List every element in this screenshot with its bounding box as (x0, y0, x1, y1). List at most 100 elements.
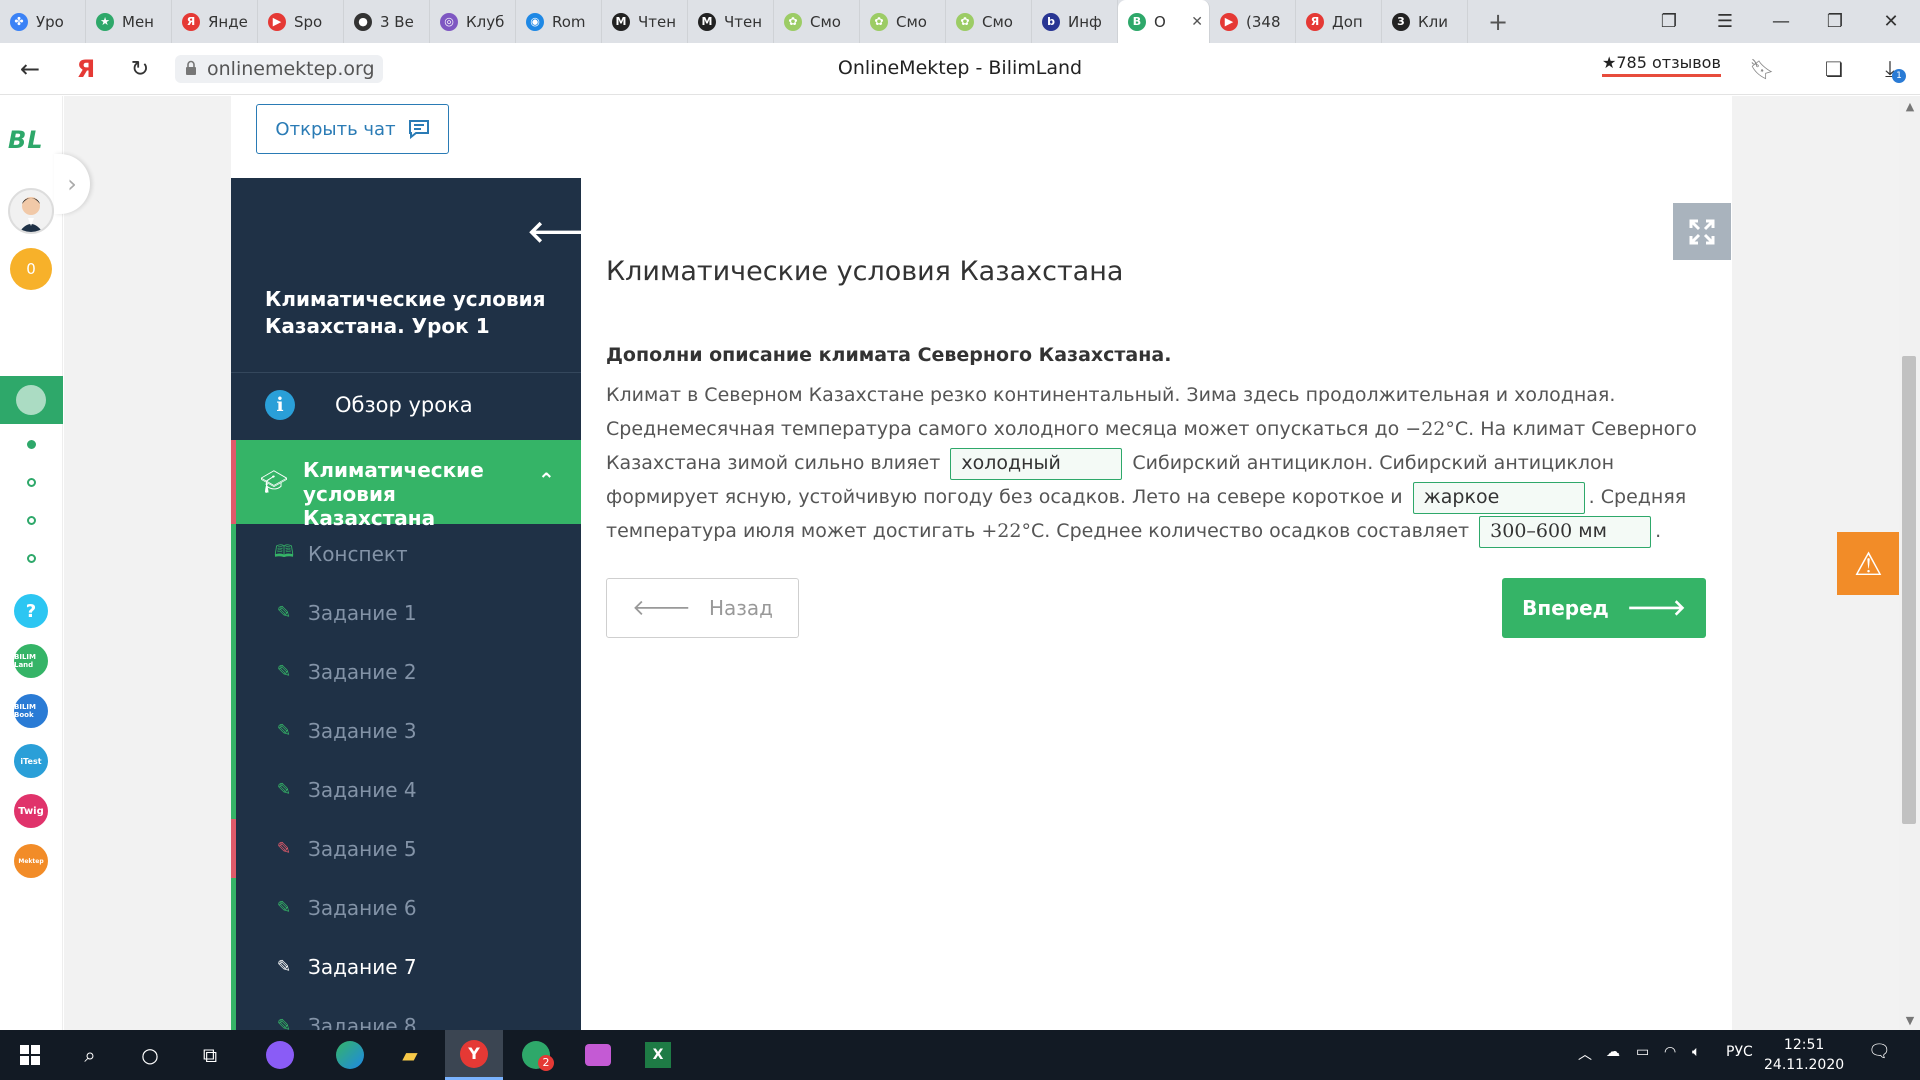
book-icon: 🕮︎ (274, 542, 295, 562)
lesson-overview-item[interactable]: i Обзор урока (231, 374, 581, 436)
task-view-icon[interactable]: ⧉ (192, 1037, 228, 1073)
tab-favicon-icon: ✤ (10, 12, 28, 31)
reviews-link[interactable]: ★785 отзывов (1602, 53, 1721, 77)
expand-arrows-icon (1689, 219, 1715, 244)
lesson-item[interactable]: ✎ Задание 7 (231, 937, 581, 996)
collapse-sidebar-arrow-icon[interactable]: 🡐︎ (527, 214, 581, 250)
cortana-icon[interactable]: ○ (132, 1037, 168, 1073)
browser-tab[interactable]: M Чтен (602, 0, 688, 43)
step-dot[interactable] (27, 440, 36, 449)
bl-logo[interactable]: BL (8, 126, 44, 154)
browser-tab[interactable]: ✿ Смо (946, 0, 1032, 43)
file-explorer-icon[interactable]: ▰ (392, 1037, 428, 1073)
browser-tab[interactable]: ▶ Spo (258, 0, 344, 43)
next-button[interactable]: Вперед 🡒︎ (1502, 578, 1706, 638)
step-dot[interactable] (27, 554, 36, 563)
battery-icon[interactable]: ▭ (1636, 1044, 1649, 1060)
browser-tab[interactable]: B О ✕ (1118, 0, 1210, 43)
clock-date: 24.11.2020 (1764, 1057, 1845, 1073)
lesson-item[interactable]: ✎ Задание 4 (231, 760, 581, 819)
browser-tab[interactable]: ▶ (348 (1210, 0, 1296, 43)
lesson-item[interactable]: ✎ Задание 1 (231, 583, 581, 642)
restore-icon[interactable]: ❐ (1810, 0, 1860, 43)
browser-tab[interactable]: ◎ Клуб (430, 0, 516, 43)
tray-chevron-up-icon[interactable]: ︿ (1578, 1044, 1592, 1064)
answer-blank-3[interactable]: 300–600 мм (1479, 515, 1652, 548)
browser-tab[interactable]: 3 Кли (1382, 0, 1468, 43)
windows-start-icon[interactable] (12, 1037, 48, 1073)
wifi-icon[interactable]: ◠ (1664, 1044, 1676, 1060)
browser-tab[interactable]: ✤ Уро (0, 0, 86, 43)
lesson-item[interactable]: 🕮︎ Конспект (231, 524, 581, 583)
close-window-icon[interactable]: ✕ (1866, 0, 1916, 43)
tab-search-icon[interactable]: ❐ (1644, 0, 1694, 43)
notifications-icon[interactable]: 🗨︎ (1868, 1041, 1891, 1062)
address-bar: ← Я ↻ onlinemektep.org OnlineMektep - Bi… (0, 43, 1920, 95)
edit-icon: ✎ (276, 602, 292, 623)
excel-icon[interactable]: X (640, 1037, 676, 1073)
lesson-item[interactable]: ✎ Задание 6 (231, 878, 581, 937)
tab-favicon-icon: ◉ (526, 12, 544, 31)
tab-favicon-icon: ◎ (440, 12, 458, 31)
help-icon[interactable]: ? (14, 594, 48, 628)
task-question: Дополни описание климата Северного Казах… (606, 344, 1172, 366)
browser-menu-icon[interactable]: ☰ (1700, 0, 1750, 43)
score-badge[interactable]: 0 (10, 248, 52, 290)
search-icon[interactable]: ⌕ (72, 1037, 108, 1073)
lesson-item-label: Задание 5 (308, 836, 417, 861)
step-dot[interactable] (27, 478, 36, 487)
lesson-item[interactable]: ✎ Задание 5 (231, 819, 581, 878)
arrow-right-icon: 🡒︎ (1626, 596, 1686, 621)
course-sidebar: 🡐︎ Климатические условия Казахстана. Уро… (231, 178, 581, 1030)
browser-tab[interactable]: ✿ Смо (860, 0, 946, 43)
lesson-item[interactable]: ✎ Задание 8 (231, 996, 581, 1030)
chevron-up-icon[interactable]: ⌃ (538, 468, 555, 492)
browser-tab[interactable]: Я Янде (172, 0, 258, 43)
clock-time: 12:51 (1783, 1037, 1825, 1053)
answer-blank-2[interactable]: жаркое (1412, 481, 1585, 514)
fullscreen-icon[interactable] (1673, 203, 1731, 260)
report-warning-icon[interactable]: ⚠︎ (1837, 532, 1900, 595)
step-dot[interactable] (27, 516, 36, 525)
volume-icon[interactable]: 🔈︎ (1692, 1044, 1700, 1060)
clock[interactable]: 12:51 24.11.2020 (1764, 1035, 1844, 1075)
edge-icon[interactable] (332, 1037, 368, 1073)
bilimbook-app-icon[interactable]: BILIM Book (14, 694, 48, 728)
open-chat-button[interactable]: Открыть чат (256, 104, 449, 154)
scroll-up-icon[interactable]: ▲ (1903, 100, 1917, 113)
browser-tab[interactable]: ● 3 Be (344, 0, 430, 43)
minimize-icon[interactable]: — (1756, 0, 1806, 43)
lesson-item[interactable]: ✎ Задание 2 (231, 642, 581, 701)
whatsapp-icon[interactable]: 2 (518, 1037, 554, 1073)
collections-icon[interactable]: ❏ (1818, 53, 1850, 85)
yandex-browser-taskbar-icon[interactable]: Y (445, 1030, 503, 1080)
browser-tab[interactable]: ✿ Смо (774, 0, 860, 43)
new-tab-icon[interactable]: + (1476, 0, 1520, 43)
back-button[interactable]: 🡐︎ Назад (606, 578, 799, 638)
avatar[interactable] (8, 188, 54, 234)
language-indicator[interactable]: РУС (1726, 1044, 1753, 1060)
edit-icon: ✎ (276, 1015, 292, 1031)
browser-tab[interactable]: ★ Мен (86, 0, 172, 43)
scrollbar-thumb[interactable] (1902, 356, 1916, 824)
side-online-mektep[interactable] (0, 376, 63, 424)
itest-app-icon[interactable]: iTest (14, 744, 48, 778)
alice-icon[interactable] (262, 1037, 298, 1073)
bilimland-app-icon[interactable]: BILIM Land (14, 644, 48, 678)
download-icon[interactable]: ⤓ 1 (1874, 53, 1906, 85)
browser-tab[interactable]: ◉ Rom (516, 0, 602, 43)
lesson-item[interactable]: ✎ Задание 3 (231, 701, 581, 760)
browser-tab[interactable]: Я Доп (1296, 0, 1382, 43)
scroll-down-icon[interactable]: ▼ (1903, 1014, 1917, 1027)
section-climate-active[interactable]: 🎓︎ Климатические условия Казахстана ⌃ (231, 440, 581, 530)
media-app-icon[interactable] (580, 1037, 616, 1073)
tab-favicon-icon: ✿ (784, 12, 802, 31)
tab-close-icon[interactable]: ✕ (1191, 14, 1203, 30)
twig-app-icon[interactable]: Twig (14, 794, 48, 828)
mektep-app-icon[interactable]: Mektep (14, 844, 48, 878)
onedrive-icon[interactable]: ☁ (1606, 1044, 1620, 1060)
bookmark-icon[interactable]: 🔖︎ (1746, 53, 1778, 85)
answer-blank-1[interactable]: холодный (950, 447, 1123, 480)
browser-tab[interactable]: M Чтен (688, 0, 774, 43)
browser-tab[interactable]: b Инф (1032, 0, 1118, 43)
